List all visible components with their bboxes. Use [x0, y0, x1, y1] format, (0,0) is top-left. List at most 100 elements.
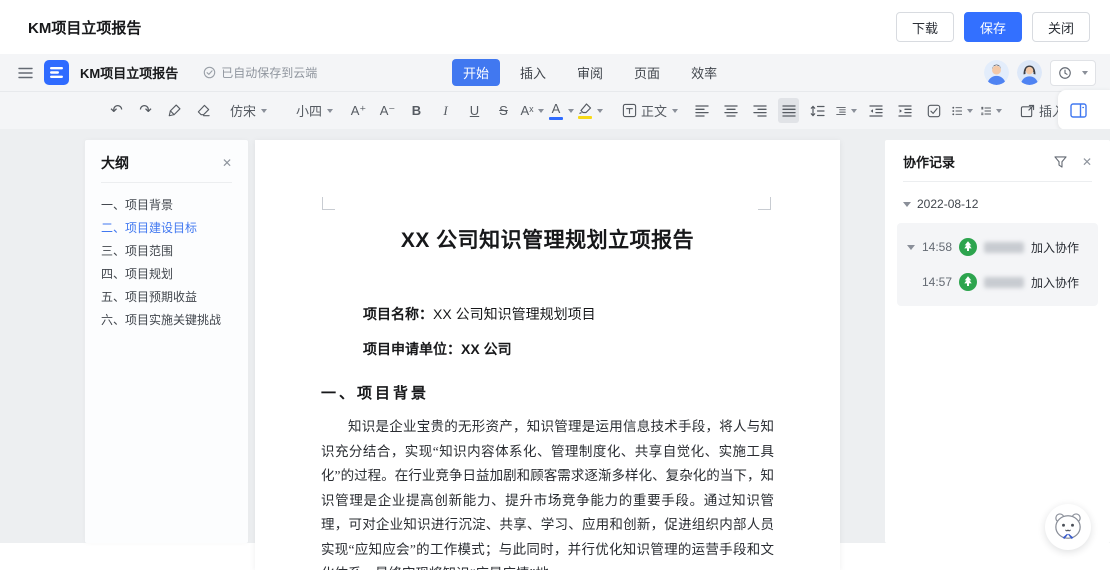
doc-field-applicant[interactable]: 项目申请单位：XX 公司	[321, 339, 774, 360]
bullet-list-select[interactable]	[952, 98, 973, 123]
align-left-button[interactable]	[691, 98, 712, 123]
highlight-color-select[interactable]	[580, 98, 601, 123]
assistant-mascot-button[interactable]	[1045, 504, 1091, 550]
increase-font-button[interactable]: A⁺	[348, 98, 369, 123]
autosave-label: 已自动保存到云端	[221, 64, 317, 81]
doc-fields: 项目名称：XX 公司知识管理规划项目 项目申请单位：XX 公司	[255, 304, 840, 360]
tab-page[interactable]: 页面	[623, 59, 671, 86]
caret-down-icon	[1082, 71, 1088, 75]
underline-button[interactable]: U	[464, 98, 485, 123]
paragraph-spacing-select[interactable]	[836, 98, 857, 123]
justify-button[interactable]	[778, 98, 799, 123]
collaborator-avatar-2[interactable]	[1017, 60, 1042, 85]
font-size-select[interactable]: 小四	[296, 98, 340, 123]
document-title: KM项目立项报告	[80, 63, 178, 82]
collab-action: 加入协作	[1031, 239, 1079, 256]
bold-button[interactable]: B	[406, 98, 427, 123]
check-circle-icon	[203, 66, 216, 79]
indent-decrease-button[interactable]	[865, 98, 886, 123]
collab-date: 2022-08-12	[917, 197, 978, 211]
tab-start[interactable]: 开始	[452, 59, 500, 86]
superscript-select[interactable]: Aˣ	[522, 98, 543, 123]
outline-item-6[interactable]: 六、项目实施关键挑战	[101, 309, 232, 332]
indent-increase-button[interactable]	[894, 98, 915, 123]
strikethrough-button[interactable]: S	[493, 98, 514, 123]
tab-review[interactable]: 审阅	[566, 59, 614, 86]
italic-button[interactable]: I	[435, 98, 456, 123]
caret-down-icon	[851, 109, 857, 113]
collab-close-icon[interactable]: ✕	[1082, 155, 1092, 169]
collab-event-row[interactable]: 14:57 加入协作	[907, 273, 1088, 291]
collab-time: 14:57	[922, 275, 952, 289]
document-page[interactable]: XX 公司知识管理规划立项报告 项目名称：XX 公司知识管理规划项目 项目申请单…	[255, 140, 840, 570]
top-header: KM项目立项报告 下载 保存 关闭	[0, 0, 1110, 54]
redacted-username	[984, 242, 1024, 253]
outline-item-5[interactable]: 五、项目预期收益	[101, 286, 232, 309]
doc-paragraph[interactable]: 知识是企业宝贵的无形资产，知识管理是运用信息技术手段，将人与知识充分结合，实现“…	[321, 415, 774, 570]
margin-mark-left	[322, 197, 335, 210]
font-color-select[interactable]: A	[551, 98, 572, 123]
caret-down-icon	[597, 109, 603, 113]
caret-down-icon	[996, 109, 1002, 113]
tab-insert[interactable]: 插入	[509, 59, 557, 86]
download-button[interactable]: 下载	[896, 12, 954, 42]
ribbon-tabs: 开始 插入 审阅 页面 效率	[452, 54, 728, 91]
undo-button[interactable]: ↶	[106, 98, 127, 123]
member-avatar-icon	[959, 273, 977, 291]
collab-action: 加入协作	[1031, 274, 1079, 291]
paragraph-style-select[interactable]: 正文	[617, 98, 683, 123]
caret-down-icon	[903, 202, 911, 207]
insert-icon	[1020, 104, 1035, 118]
filter-icon[interactable]	[1054, 156, 1067, 168]
caret-down-icon	[967, 109, 973, 113]
caret-down-icon	[327, 109, 333, 113]
align-right-button[interactable]	[749, 98, 770, 123]
clock-icon	[1058, 66, 1072, 80]
caret-down-icon	[568, 109, 574, 113]
outline-item-4[interactable]: 四、项目规划	[101, 263, 232, 286]
redacted-username	[984, 277, 1024, 288]
collab-date-group[interactable]: 2022-08-12	[885, 182, 1110, 221]
tab-efficiency[interactable]: 效率	[680, 59, 728, 86]
doc-field-project-name[interactable]: 项目名称：XX 公司知识管理规划项目	[321, 304, 774, 325]
docs-app-logo-icon[interactable]	[44, 60, 69, 85]
line-spacing-button[interactable]	[807, 98, 828, 123]
side-panel-toggle[interactable]	[1058, 90, 1110, 130]
autosave-status: 已自动保存到云端	[203, 64, 317, 81]
checkbox-button[interactable]	[923, 98, 944, 123]
collab-events: 14:58 加入协作 14:57 加入协作	[897, 223, 1098, 306]
format-painter-icon[interactable]	[164, 98, 185, 123]
collab-title: 协作记录	[903, 152, 1054, 171]
outline-close-icon[interactable]: ✕	[222, 156, 232, 170]
style-icon	[622, 103, 637, 118]
menu-bar-left: KM项目立项报告 已自动保存到云端	[18, 54, 317, 91]
header-actions: 下载 保存 关闭	[896, 12, 1090, 42]
save-button[interactable]: 保存	[964, 12, 1022, 42]
doc-section-heading[interactable]: 一、项目背景	[321, 382, 774, 403]
align-center-button[interactable]	[720, 98, 741, 123]
font-family-select[interactable]: 仿宋	[230, 98, 288, 123]
collab-event-row[interactable]: 14:58 加入协作	[907, 238, 1088, 256]
close-button[interactable]: 关闭	[1032, 12, 1090, 42]
decrease-font-button[interactable]: A⁻	[377, 98, 398, 123]
clear-format-icon[interactable]	[193, 98, 214, 123]
highlight-pen-icon	[578, 103, 592, 114]
collaborator-avatar-1[interactable]	[984, 60, 1009, 85]
doc-main-title[interactable]: XX 公司知识管理规划立项报告	[295, 224, 800, 254]
history-dropdown[interactable]	[1050, 60, 1096, 86]
collaboration-panel: 协作记录 ✕ 2022-08-12 14:58 加入协作	[885, 140, 1110, 543]
font-color-swatch	[549, 117, 563, 120]
page-title: KM项目立项报告	[28, 17, 141, 38]
menu-bar-right	[984, 54, 1096, 91]
outline-panel: 大纲 ✕ 一、项目背景 二、项目建设目标 三、项目范围 四、项目规划 五、项目预…	[85, 140, 248, 543]
panel-toggle-icon	[1070, 103, 1087, 118]
member-avatar-icon	[959, 238, 977, 256]
app-window: KM项目立项报告 下载 保存 关闭 KM项目立项报告 已自动保存到云端 开始	[0, 0, 1110, 570]
redo-button[interactable]: ↷	[135, 98, 156, 123]
collapse-menu-icon[interactable]	[18, 67, 33, 79]
outline-item-3[interactable]: 三、项目范围	[101, 240, 232, 263]
outline-item-1[interactable]: 一、项目背景	[101, 194, 232, 217]
outline-item-2[interactable]: 二、项目建设目标	[101, 217, 232, 240]
format-toolbar: ↶ ↷ 仿宋 小四 A⁺ A⁻ B I U S Aˣ A	[0, 91, 1110, 129]
numbered-list-select[interactable]	[981, 98, 1002, 123]
